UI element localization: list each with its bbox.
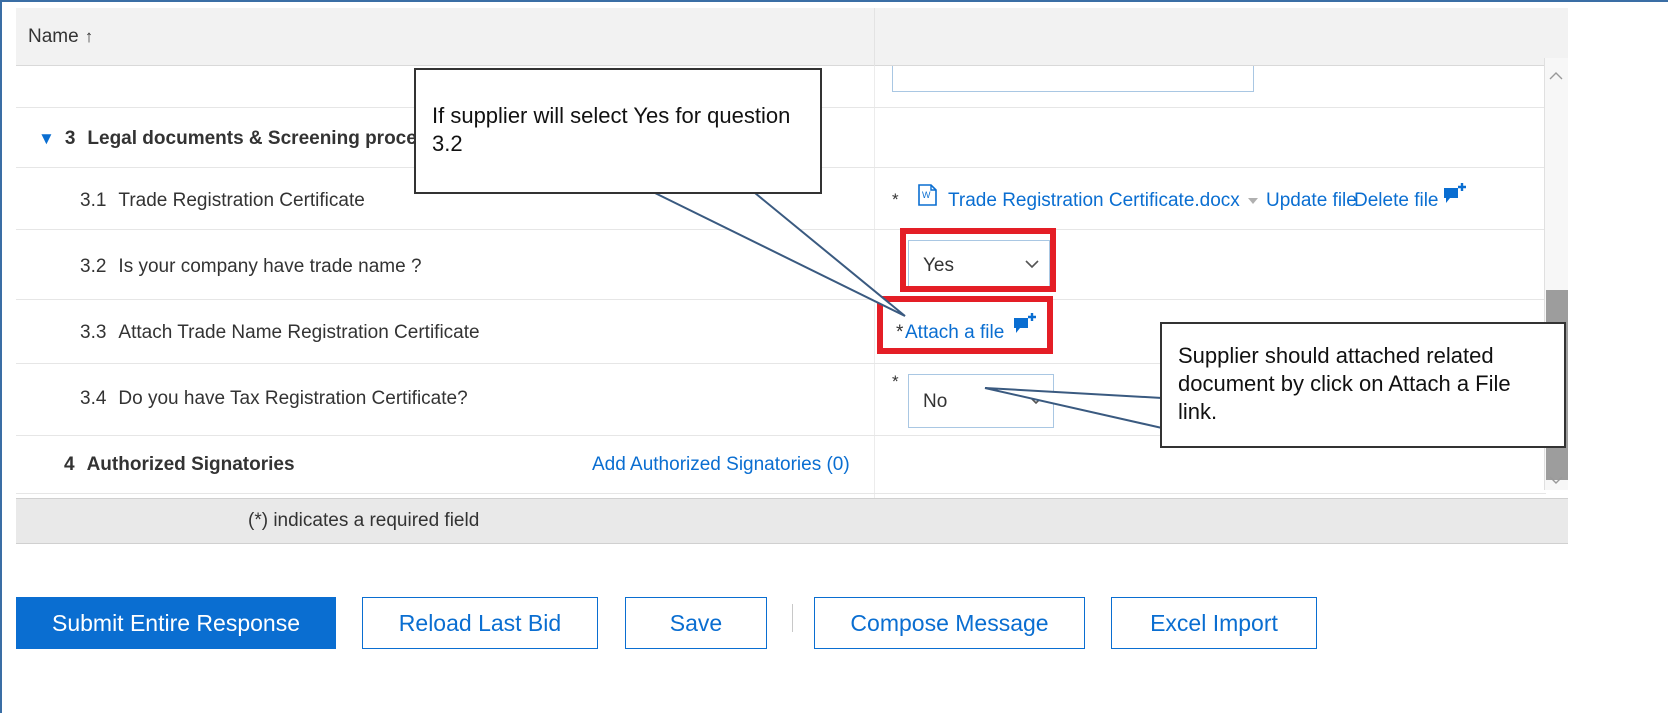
required-field-note: (*) indicates a required field (248, 510, 480, 531)
question-text: Trade Registration Certificate (118, 190, 365, 211)
sort-ascending-icon[interactable]: ↑ (85, 27, 94, 46)
question-text: Do you have Tax Registration Certificate… (118, 388, 468, 409)
question-number: 3.3 (80, 322, 107, 343)
required-marker: * (892, 190, 899, 209)
questionnaire-table: Name ↑ ▼ 3 Legal documents & Screening proc… (16, 8, 1668, 548)
question-text: Attach Trade Name Registration Certifica… (118, 322, 480, 343)
section-number: 3 (64, 128, 76, 149)
section-number: 4 (64, 454, 75, 475)
tax-registration-select[interactable]: No (908, 374, 1054, 428)
question-3-4-label: 3.4 Do you have Tax Registration Certific… (80, 388, 468, 410)
question-number: 3.2 (80, 256, 107, 277)
question-number: 3.1 (80, 190, 107, 211)
submit-entire-response-button[interactable]: Submit Entire Response (16, 597, 336, 649)
callout-yes-selection: If supplier will select Yes for question… (414, 68, 822, 194)
collapse-triangle-icon[interactable]: ▼ (38, 129, 55, 148)
scroll-down-icon[interactable] (1548, 474, 1564, 486)
header-column-divider (874, 8, 875, 66)
section-title: Authorized Signatories (86, 454, 295, 475)
svg-text:W: W (922, 190, 931, 200)
question-3-1-label: 3.1 Trade Registration Certificate (80, 190, 365, 212)
question-3-2-label: 3.2 Is your company have trade name ? (80, 256, 422, 278)
callout-text: If supplier will select Yes for question… (432, 103, 791, 156)
name-header-label: Name (28, 26, 79, 47)
table-row-3-2: 3.2 Is your company have trade name ? Yes (16, 230, 1546, 300)
button-separator (792, 604, 793, 632)
table-header: Name ↑ (16, 8, 1568, 66)
callout-attach-file: Supplier should attached related documen… (1160, 322, 1566, 448)
delete-file-link[interactable]: Delete file (1354, 190, 1439, 212)
question-text: Is your company have trade name ? (118, 256, 422, 277)
attached-file-link[interactable]: Trade Registration Certificate.docx (948, 190, 1240, 212)
question-3-3-label: 3.3 Attach Trade Name Registration Certif… (80, 322, 480, 344)
highlight-box-attach (877, 296, 1053, 354)
section-4-heading: 4 Authorized Signatories (64, 454, 295, 476)
required-footer: (*) indicates a required field (16, 498, 1568, 544)
section-3-heading[interactable]: ▼ 3 Legal documents & Screening proces (38, 128, 427, 150)
callout-text: Supplier should attached related documen… (1178, 343, 1511, 424)
previous-text-input[interactable] (892, 66, 1254, 92)
name-column-header[interactable]: Name ↑ (28, 26, 93, 48)
section-title: Legal documents & Screening proces (87, 128, 428, 149)
question-number: 3.4 (80, 388, 107, 409)
save-button[interactable]: Save (625, 597, 767, 649)
comment-add-icon[interactable] (1442, 182, 1468, 211)
select-value: No (923, 391, 948, 412)
chevron-down-icon (1029, 396, 1043, 405)
excel-import-button[interactable]: Excel Import (1111, 597, 1317, 649)
add-authorized-signatories-link[interactable]: Add Authorized Signatories (0) (592, 454, 850, 476)
reload-last-bid-button[interactable]: Reload Last Bid (362, 597, 598, 649)
word-doc-icon: W (916, 182, 938, 213)
file-dropdown-caret-icon[interactable] (1248, 198, 1258, 204)
required-marker: * (892, 372, 899, 391)
scroll-up-icon[interactable] (1548, 70, 1564, 82)
highlight-box-yes (900, 228, 1056, 292)
compose-message-button[interactable]: Compose Message (814, 597, 1085, 649)
update-file-link[interactable]: Update file (1266, 190, 1357, 212)
